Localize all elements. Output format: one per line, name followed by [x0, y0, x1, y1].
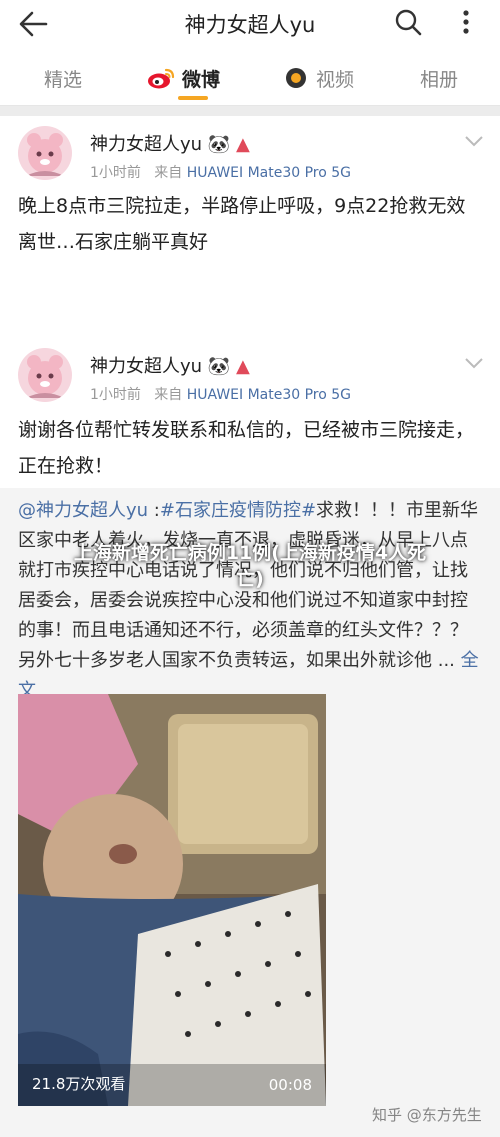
back-arrow-icon[interactable] [16, 8, 52, 40]
weibo-logo-icon [148, 68, 175, 89]
video-view-count: 21.8万次观看 [32, 1075, 126, 1093]
video-icon [286, 68, 306, 88]
username[interactable]: 神力女超人yu 🐼 ▲ [90, 352, 250, 378]
post-meta: 1小时前 来自 HUAWEI Mate30 Pro 5G [90, 384, 351, 404]
video-thumbnail[interactable]: 21.8万次观看 00:08 [18, 694, 326, 1106]
tab-label: 相册 [420, 68, 459, 91]
mention-separator: : [148, 500, 160, 521]
more-icon[interactable] [450, 6, 482, 38]
post-text: 晚上8点市三院拉走，半路停止呼吸，9点22抢救无效离世…石家庄躺平真好 [18, 195, 466, 253]
post-meta: 1小时前 来自 HUAWEI Mate30 Pro 5G [90, 162, 351, 182]
username-text: 神力女超人yu [90, 134, 203, 155]
post-time: 1小时前 [90, 387, 141, 403]
active-tab-indicator [178, 96, 208, 100]
username-text: 神力女超人yu [90, 356, 203, 377]
avatar[interactable] [18, 126, 72, 180]
profile-tabs: 精选 微博 视频 相册 [0, 48, 500, 106]
weibo-post: 神力女超人yu 🐼 ▲ 1小时前 来自 HUAWEI Mate30 Pro 5G… [0, 338, 500, 1137]
video-frame-image [18, 694, 326, 1106]
panda-icon: 🐼 [207, 356, 231, 377]
post-time: 1小时前 [90, 165, 141, 181]
chevron-down-icon[interactable] [464, 356, 484, 370]
flame-badge-icon: ▲ [235, 134, 250, 155]
tab-album[interactable]: 相册 [420, 62, 458, 94]
tab-weibo[interactable]: 微博 [146, 62, 220, 94]
panda-icon: 🐼 [207, 134, 231, 155]
device-name: HUAWEI Mate30 Pro 5G [186, 387, 352, 403]
username[interactable]: 神力女超人yu 🐼 ▲ [90, 130, 250, 156]
tab-label: 精选 [44, 68, 83, 91]
chevron-down-icon[interactable] [464, 134, 484, 148]
avatar[interactable] [18, 348, 72, 402]
video-duration: 00:08 [268, 1076, 312, 1094]
top-bar: 神力女超人yu [0, 0, 500, 48]
page-title: 神力女超人yu [184, 13, 316, 37]
overlay-headline: 上海新增死亡病例11例(上海新疫情4人死亡) [73, 542, 427, 590]
watermark: 知乎 @东方先生 [372, 1106, 482, 1124]
device-name: HUAWEI Mate30 Pro 5G [186, 165, 352, 181]
tab-featured[interactable]: 精选 [44, 62, 82, 94]
source-prefix: 来自 [154, 387, 183, 403]
source-prefix: 来自 [154, 165, 183, 181]
post-text: 谢谢各位帮忙转发联系和私信的，已经被市三院接走，正在抢救！ [18, 419, 475, 477]
search-icon[interactable] [392, 6, 424, 38]
mention-link[interactable]: @神力女超人yu [18, 500, 148, 521]
hashtag-link[interactable]: #石家庄疫情防控# [160, 500, 316, 521]
tab-label: 微博 [182, 68, 221, 91]
tab-video[interactable]: 视频 [284, 62, 354, 94]
flame-badge-icon: ▲ [235, 356, 250, 377]
repost-text: @神力女超人yu :#石家庄疫情防控#求救！！！市里新华区家中老人着火，发烧一直… [18, 496, 480, 706]
tab-label: 视频 [316, 68, 355, 91]
